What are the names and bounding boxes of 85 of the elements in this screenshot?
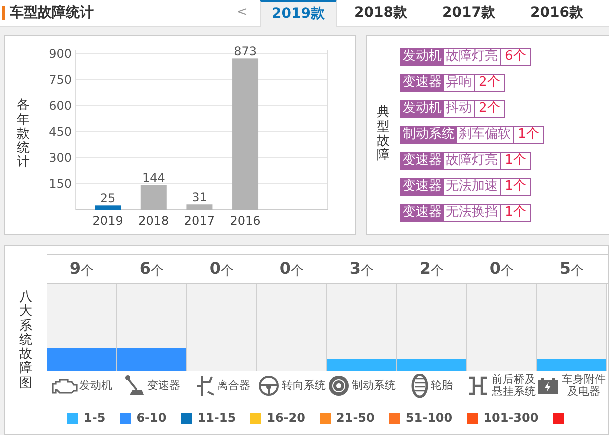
- fault-system: 变速器: [401, 205, 444, 221]
- legend-label: 16-20: [267, 410, 306, 427]
- fault-count: 0: [490, 258, 502, 280]
- system-name: 转向系统: [282, 380, 326, 392]
- fault-description: 无法加速: [444, 179, 501, 195]
- fault-count: 9: [70, 258, 82, 280]
- value-label: 25: [100, 192, 116, 206]
- year-tab[interactable]: 2018款: [337, 0, 425, 26]
- fault-count: 1个: [504, 153, 528, 169]
- count-unit: 个: [81, 262, 94, 280]
- system-name: 制动系统: [352, 380, 396, 392]
- system-name: 离合器: [218, 380, 250, 392]
- axle-icon: [467, 376, 489, 396]
- legend-label: 51-100: [406, 410, 453, 427]
- y-tick-label: 900: [49, 47, 72, 61]
- engine-icon: [52, 377, 78, 395]
- fault-count: 5: [560, 258, 572, 280]
- legend-label: 21-50: [336, 410, 375, 427]
- bar: [140, 185, 167, 210]
- fault-count: 1个: [504, 179, 528, 195]
- fault-count: 3: [350, 258, 362, 280]
- year-tab[interactable]: 2016款: [513, 0, 601, 26]
- brake-disc-icon: [328, 375, 350, 397]
- fault-system: 发动机: [401, 49, 444, 65]
- fault-system: 变速器: [401, 75, 444, 91]
- x-tick-label: 2017: [184, 214, 215, 228]
- fault-count: 0: [210, 258, 222, 280]
- legend-label: 11-15: [198, 410, 236, 427]
- system-name: 变速器: [148, 380, 180, 392]
- steering-wheel-icon: [258, 375, 280, 397]
- fault-system: 制动系统: [401, 127, 457, 143]
- fault-count: 2个: [478, 101, 502, 117]
- count-unit: 个: [501, 262, 514, 280]
- section-label: 八大系统故障图: [20, 291, 32, 393]
- system-name: 车身附件及电器: [561, 374, 607, 398]
- x-tick-label: 2016: [230, 214, 261, 228]
- fault-count: 2个: [478, 75, 502, 91]
- fault-count: 6: [140, 258, 152, 280]
- count-unit: 个: [361, 262, 374, 280]
- system-name: 发动机: [80, 380, 112, 392]
- battery-icon: [537, 377, 559, 395]
- fault-description: 抖动: [444, 101, 475, 117]
- tire-icon: [411, 374, 429, 398]
- count-unit: 个: [151, 262, 164, 280]
- system-name: 轮胎: [431, 380, 453, 392]
- value-label: 144: [142, 171, 166, 186]
- fault-count: 6个: [504, 49, 528, 65]
- axis-label: 各年款统计: [17, 99, 30, 171]
- y-tick-label: 600: [49, 99, 72, 113]
- fault-count: 1个: [504, 205, 528, 221]
- fault-system: 发动机: [401, 101, 444, 117]
- section-label: 典型故障: [377, 106, 390, 164]
- page-title: 车型故障统计: [10, 4, 95, 22]
- y-tick-label: 300: [49, 151, 72, 165]
- count-unit: 个: [431, 262, 444, 280]
- fault-description: 故障灯亮: [444, 49, 501, 65]
- fault-system: 变速器: [401, 179, 444, 195]
- legend-label: 6-10: [136, 410, 167, 427]
- y-tick-label: 150: [49, 177, 72, 191]
- y-tick-label: 450: [49, 125, 72, 139]
- bar: [95, 206, 122, 210]
- year-tab[interactable]: 2019款: [260, 0, 337, 26]
- count-unit: 个: [221, 262, 234, 280]
- fault-count: 2: [420, 258, 432, 280]
- value-label: 873: [234, 44, 257, 59]
- system-name: 前后桥及悬挂系统: [491, 374, 537, 398]
- fault-system: 变速器: [401, 153, 444, 169]
- fault-description: 刹车偏软: [457, 127, 514, 143]
- legend-label: 101-300: [484, 410, 539, 427]
- fault-count: 0: [280, 258, 292, 280]
- legend-label: 1-5: [84, 410, 106, 427]
- x-tick-label: 2018: [138, 214, 170, 228]
- lever-icon: [124, 375, 146, 397]
- x-tick-label: 2019: [92, 214, 124, 228]
- count-unit: 个: [571, 262, 584, 280]
- fault-description: 异响: [444, 75, 475, 91]
- count-unit: 个: [291, 262, 304, 280]
- fault-count: 1个: [517, 127, 540, 143]
- fault-description: 无法换挡: [444, 205, 501, 221]
- year-tab[interactable]: 2017款: [425, 0, 513, 26]
- value-label: 31: [192, 190, 208, 205]
- bar: [186, 204, 213, 210]
- y-tick-label: 750: [49, 73, 72, 87]
- fault-description: 故障灯亮: [444, 153, 501, 169]
- accent-bar: [2, 6, 5, 20]
